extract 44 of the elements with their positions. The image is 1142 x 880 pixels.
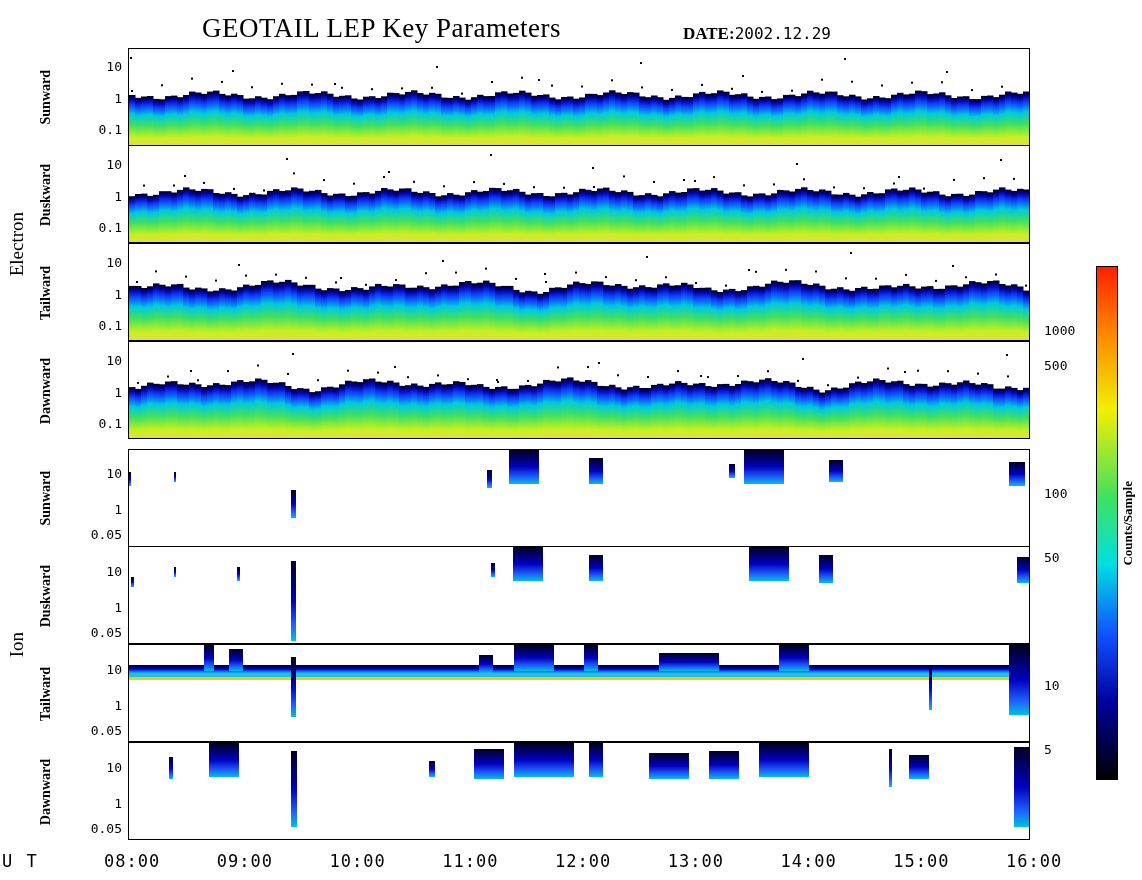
panel-label: Duskward bbox=[38, 163, 54, 227]
axis-tick-label: 1 bbox=[114, 189, 122, 205]
panel-label: Dawnward bbox=[38, 357, 54, 425]
colorbar-tick-label: 10 bbox=[1044, 678, 1060, 694]
colorbar-tick-label: 500 bbox=[1044, 358, 1068, 374]
colorbar-label: Counts/Sample bbox=[1120, 480, 1136, 566]
colorbar-tick-label: 100 bbox=[1044, 486, 1068, 502]
group-label: Ion bbox=[6, 632, 28, 658]
axis-tick-label: 0.05 bbox=[90, 625, 122, 641]
panel-label: Sunward bbox=[38, 470, 54, 526]
axis-tick-label: 1 bbox=[114, 698, 122, 714]
axis-tick-label: 1 bbox=[114, 287, 122, 303]
axis-tick-label: 1 bbox=[114, 796, 122, 812]
axis-tick-label: 0.1 bbox=[98, 416, 122, 432]
axis-tick-label: 0.05 bbox=[90, 527, 122, 543]
panel-label: Tailward bbox=[38, 667, 54, 721]
colorbar-tick-label: 50 bbox=[1044, 550, 1060, 566]
axis-tick-label: 10 bbox=[106, 353, 122, 369]
plot-title: GEOTAIL LEP Key Parameters bbox=[202, 13, 561, 45]
axis-tick-label: 0.1 bbox=[98, 318, 122, 334]
colorbar-tick-label: 1000 bbox=[1044, 323, 1076, 339]
axis-tick-label: 10 bbox=[106, 564, 122, 580]
axis-tick-label: 1 bbox=[114, 502, 122, 518]
axis-tick-label: 10 bbox=[106, 59, 122, 75]
panel-label: Dawnward bbox=[38, 758, 54, 826]
axis-label: U T bbox=[1, 851, 40, 871]
axis-tick-label: 10 bbox=[106, 157, 122, 173]
panel-label: Tailward bbox=[38, 266, 54, 320]
group-label: Electron bbox=[6, 211, 28, 277]
axis-tick-label: 10 bbox=[106, 466, 122, 482]
panel-label: Duskward bbox=[38, 564, 54, 628]
axis-tick-label: 0.1 bbox=[98, 122, 122, 138]
panel-label: Sunward bbox=[38, 69, 54, 125]
axis-tick-label: 1 bbox=[114, 91, 122, 107]
axis-tick-label: 1 bbox=[114, 385, 122, 401]
axis-tick-label: 1 bbox=[114, 600, 122, 616]
colorbar-tick-label: 5 bbox=[1044, 742, 1052, 758]
axis-tick-label: 0.1 bbox=[98, 220, 122, 236]
date-label: DATE:2002.12.29 bbox=[683, 24, 831, 45]
axis-tick-label: 0.05 bbox=[90, 821, 122, 837]
axis-tick-label: 10 bbox=[106, 662, 122, 678]
axis-tick-label: 10 bbox=[106, 760, 122, 776]
axis-tick-label: 0.05 bbox=[90, 723, 122, 739]
axis-tick-label: 10 bbox=[106, 255, 122, 271]
